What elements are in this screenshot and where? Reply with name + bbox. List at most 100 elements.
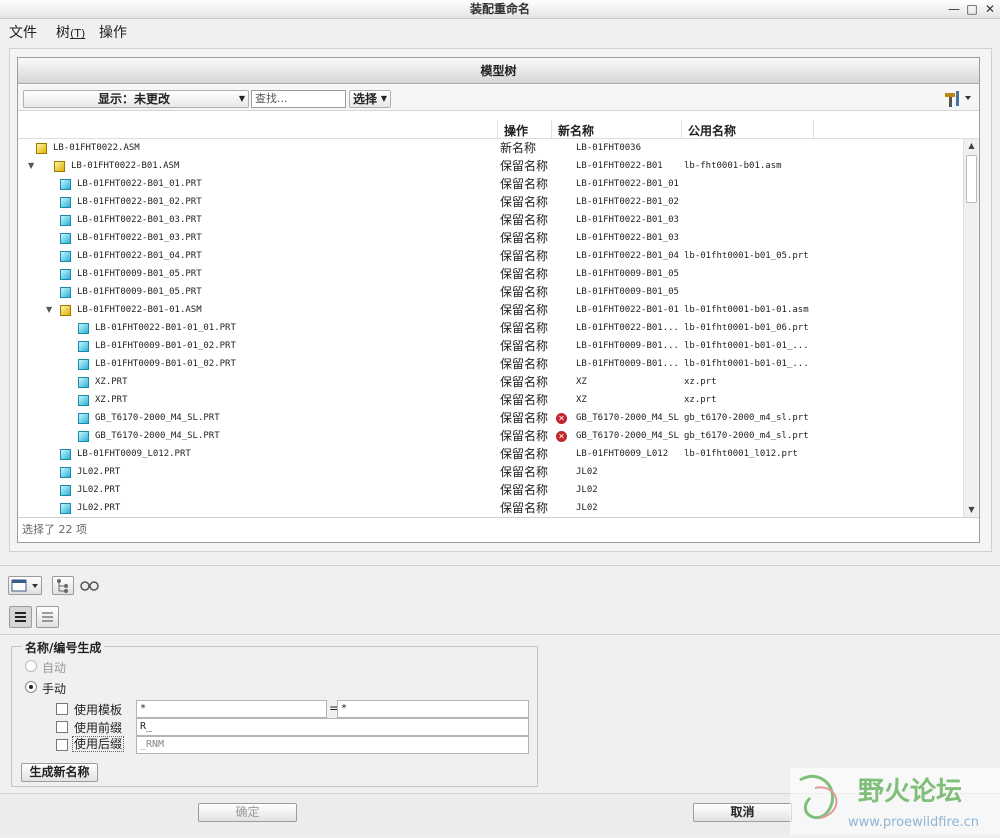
row-new-name[interactable]: LB-01FHT0022-B01_01 (576, 175, 679, 193)
layout-dropdown[interactable] (8, 576, 42, 595)
row-new-name[interactable]: JL02 (576, 463, 598, 481)
settings-tools-icon[interactable] (943, 88, 973, 108)
table-row[interactable]: XZ.PRT 保留名称 XZ xz.prt (18, 391, 963, 409)
row-new-name[interactable]: JL02 (576, 499, 598, 517)
row-new-name[interactable]: GB_T6170-2000_M4_SL (576, 427, 679, 445)
row-new-name[interactable]: LB-01FHT0009-B01_05 (576, 265, 679, 283)
table-row[interactable]: LB-01FHT0022-B01_02.PRT 保留名称 LB-01FHT0022-… (18, 193, 963, 211)
col-action[interactable]: 操作 (504, 122, 528, 139)
display-dropdown[interactable]: 显示：未更改 ▼ (23, 90, 249, 108)
row-action[interactable]: 新名称 (500, 139, 536, 157)
row-new-name[interactable]: JL02 (576, 481, 598, 499)
row-new-name[interactable]: LB-01FHT0009_L012 (576, 445, 668, 463)
detailed-view-button[interactable] (9, 606, 32, 628)
table-row[interactable]: ▼ LB-01FHT0022-B01.ASM 保留名称 LB-01FHT0022-B0… (18, 157, 963, 175)
maximize-icon[interactable]: □ (964, 0, 980, 19)
table-row[interactable]: JL02.PRT 保留名称 JL02 (18, 481, 963, 499)
row-new-name[interactable]: LB-01FHT0022-B01_02 (576, 193, 679, 211)
table-row[interactable]: JL02.PRT 保留名称 JL02 (18, 463, 963, 481)
template-right-input[interactable]: * (337, 700, 529, 718)
table-row[interactable]: XZ.PRT 保留名称 XZ xz.prt (18, 373, 963, 391)
row-new-name[interactable]: LB-01FHT0009-B01... (576, 355, 679, 373)
cancel-button[interactable]: 取消 (693, 803, 792, 822)
row-action[interactable]: 保留名称 (500, 247, 548, 265)
template-left-input[interactable]: * (136, 700, 327, 718)
row-action[interactable]: 保留名称 (500, 229, 548, 247)
vertical-scrollbar[interactable]: ▲ ▼ (963, 139, 979, 517)
row-new-name[interactable]: XZ (576, 373, 587, 391)
row-new-name[interactable]: LB-01FHT0022-B01... (576, 319, 679, 337)
prefix-input[interactable]: R_ (136, 718, 529, 736)
row-new-name[interactable]: LB-01FHT0022-B01_04 (576, 247, 679, 265)
row-new-name[interactable]: LB-01FHT0009-B01... (576, 337, 679, 355)
table-row[interactable]: JL02.PRT 保留名称 JL02 (18, 499, 963, 517)
table-row[interactable]: LB-01FHT0009-B01-01_02.PRT 保留名称 LB-01FHT00… (18, 337, 963, 355)
row-action[interactable]: 保留名称 (500, 301, 548, 319)
generate-names-button[interactable]: 生成新名称 (21, 763, 98, 782)
row-new-name[interactable]: LB-01FHT0022-B01_03 (576, 229, 679, 247)
row-new-name[interactable]: LB-01FHT0022-B01 (576, 157, 663, 175)
row-common-name: gb_t6170-2000_m4_sl.prt (684, 413, 809, 423)
row-action[interactable]: 保留名称 (500, 445, 548, 463)
table-row[interactable]: GB_T6170-2000_M4_SL.PRT 保留名称 ✕ GB_T6170-200… (18, 409, 963, 427)
table-row[interactable]: LB-01FHT0022-B01_04.PRT 保留名称 LB-01FHT0022-… (18, 247, 963, 265)
row-action[interactable]: 保留名称 (500, 319, 548, 337)
scroll-up-icon[interactable]: ▲ (964, 139, 979, 153)
row-new-name[interactable]: XZ (576, 391, 587, 409)
expand-toggle-icon[interactable]: ▼ (46, 301, 52, 319)
list-view-button[interactable] (36, 606, 59, 628)
row-action[interactable]: 保留名称 (500, 157, 548, 175)
table-row[interactable]: LB-01FHT0009_L012.PRT 保留名称 LB-01FHT0009_L0… (18, 445, 963, 463)
use-template-checkbox[interactable] (56, 703, 68, 715)
table-row[interactable]: LB-01FHT0022-B01_01.PRT 保留名称 LB-01FHT0022-… (18, 175, 963, 193)
row-action[interactable]: 保留名称 (500, 355, 548, 373)
scroll-down-icon[interactable]: ▼ (964, 503, 979, 517)
row-action[interactable]: 保留名称 (500, 337, 548, 355)
suffix-input[interactable]: _RNM (136, 736, 529, 754)
row-action[interactable]: 保留名称 (500, 265, 548, 283)
row-action[interactable]: 保留名称 (500, 283, 548, 301)
table-row[interactable]: LB-01FHT0022.ASM 新名称 LB-01FHT0036 (18, 139, 963, 157)
row-action[interactable]: 保留名称 (500, 391, 548, 409)
row-action[interactable]: 保留名称 (500, 427, 548, 445)
menu-file[interactable]: 文件 (9, 22, 37, 42)
row-new-name[interactable]: GB_T6170-2000_M4_SL (576, 409, 679, 427)
tree-structure-icon[interactable] (52, 576, 74, 595)
use-suffix-checkbox[interactable] (56, 739, 68, 751)
scroll-thumb[interactable] (966, 155, 977, 203)
row-action[interactable]: 保留名称 (500, 193, 548, 211)
manual-radio[interactable] (25, 681, 37, 693)
row-action[interactable]: 保留名称 (500, 409, 548, 427)
col-common-name[interactable]: 公用名称 (688, 122, 736, 139)
row-action[interactable]: 保留名称 (500, 373, 548, 391)
glasses-icon[interactable] (80, 577, 100, 594)
close-icon[interactable]: ✕ (982, 0, 998, 19)
ok-button[interactable]: 确定 (198, 803, 297, 822)
menu-operation[interactable]: 操作 (99, 22, 127, 42)
table-row[interactable]: LB-01FHT0022-B01_03.PRT 保留名称 LB-01FHT0022-… (18, 229, 963, 247)
col-new-name[interactable]: 新名称 (558, 122, 594, 139)
table-row[interactable]: LB-01FHT0022-B01-01_01.PRT 保留名称 LB-01FHT00… (18, 319, 963, 337)
row-action[interactable]: 保留名称 (500, 499, 548, 517)
row-action[interactable]: 保留名称 (500, 481, 548, 499)
auto-radio[interactable] (25, 660, 37, 672)
table-row[interactable]: LB-01FHT0009-B01_05.PRT 保留名称 LB-01FHT0009-… (18, 265, 963, 283)
table-row[interactable]: LB-01FHT0009-B01-01_02.PRT 保留名称 LB-01FHT00… (18, 355, 963, 373)
use-prefix-checkbox[interactable] (56, 721, 68, 733)
table-row[interactable]: GB_T6170-2000_M4_SL.PRT 保留名称 ✕ GB_T6170-200… (18, 427, 963, 445)
minimize-icon[interactable]: — (946, 0, 962, 19)
find-input[interactable]: 查找... (251, 90, 346, 108)
row-new-name[interactable]: LB-01FHT0036 (576, 139, 641, 157)
row-new-name[interactable]: LB-01FHT0022-B01_03 (576, 211, 679, 229)
row-new-name[interactable]: LB-01FHT0022-B01-01 (576, 301, 679, 319)
row-action[interactable]: 保留名称 (500, 211, 548, 229)
row-action[interactable]: 保留名称 (500, 463, 548, 481)
menu-tree[interactable]: 树(T) (56, 22, 85, 42)
table-row[interactable]: ▼ LB-01FHT0022-B01-01.ASM 保留名称 LB-01FHT0022… (18, 301, 963, 319)
row-action[interactable]: 保留名称 (500, 175, 548, 193)
row-new-name[interactable]: LB-01FHT0009-B01_05 (576, 283, 679, 301)
table-row[interactable]: LB-01FHT0022-B01_03.PRT 保留名称 LB-01FHT0022-… (18, 211, 963, 229)
expand-toggle-icon[interactable]: ▼ (28, 157, 34, 175)
select-dropdown[interactable]: 选择 ▼ (349, 90, 391, 108)
table-row[interactable]: LB-01FHT0009-B01_05.PRT 保留名称 LB-01FHT0009-… (18, 283, 963, 301)
